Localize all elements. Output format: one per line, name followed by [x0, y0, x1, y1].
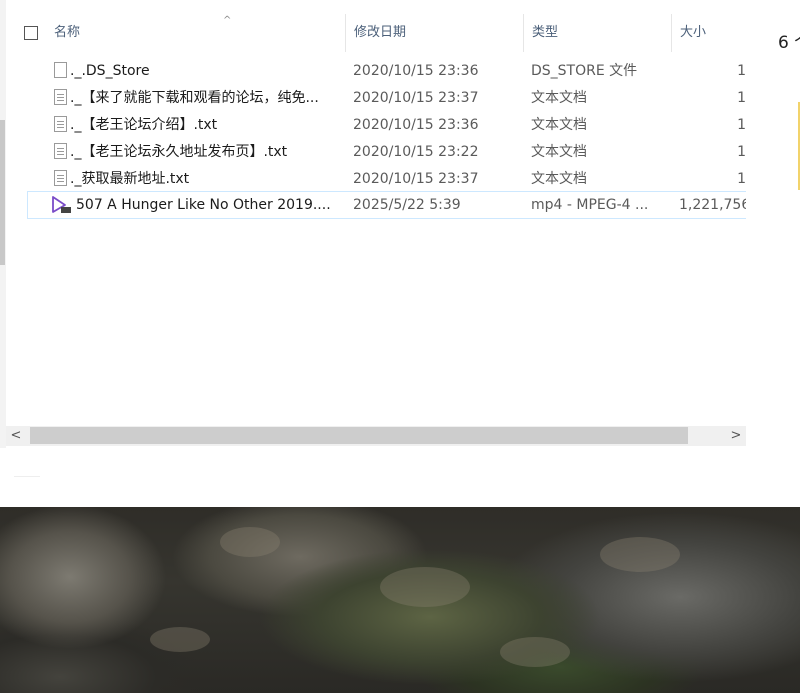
- desktop-background-image: [0, 507, 800, 693]
- file-name: ._【老王论坛介绍】.txt: [70, 117, 218, 133]
- file-size: 1: [737, 171, 746, 187]
- text-file-icon: [54, 89, 67, 105]
- file-size: 1: [737, 63, 746, 79]
- select-all-checkbox[interactable]: [24, 26, 38, 40]
- file-date: 2020/10/15 23:37: [353, 90, 479, 106]
- background-texture: [150, 627, 210, 652]
- file-row[interactable]: ._【来了就能下载和观看的论坛，纯免... 2020/10/15 23:37 文…: [6, 85, 746, 111]
- video-file-icon: [50, 195, 72, 215]
- column-header-date[interactable]: 修改日期: [346, 14, 524, 52]
- text-file-icon: [54, 143, 67, 159]
- file-row[interactable]: ._.DS_Store 2020/10/15 23:36 DS_STORE 文件…: [6, 58, 746, 84]
- file-row[interactable]: ._获取最新地址.txt 2020/10/15 23:37 文本文档 1: [6, 166, 746, 192]
- background-texture: [220, 527, 280, 557]
- sort-ascending-icon: ^: [223, 15, 232, 26]
- file-type: DS_STORE 文件: [531, 63, 638, 79]
- file-type: mp4 - MPEG-4 ...: [531, 197, 649, 213]
- background-texture: [380, 567, 470, 607]
- text-file-icon: [54, 170, 67, 186]
- file-type: 文本文档: [531, 90, 587, 106]
- file-size: 1: [737, 90, 746, 106]
- file-date: 2020/10/15 23:37: [353, 171, 479, 187]
- column-header-type-label: 类型: [532, 25, 559, 40]
- file-row[interactable]: ._【老王论坛介绍】.txt 2020/10/15 23:36 文本文档 1: [6, 112, 746, 138]
- horizontal-scrollbar[interactable]: < >: [6, 426, 746, 446]
- text-file-icon: [54, 116, 67, 132]
- file-date: 2020/10/15 23:22: [353, 144, 479, 160]
- column-header-size-label: 大小: [680, 25, 707, 40]
- file-row[interactable]: ._【老王论坛永久地址发布页】.txt 2020/10/15 23:22 文本文…: [6, 139, 746, 165]
- file-name: ._获取最新地址.txt: [70, 171, 190, 187]
- file-date: 2025/5/22 5:39: [353, 197, 461, 213]
- horizontal-scroll-thumb[interactable]: [30, 427, 688, 444]
- file-type: 文本文档: [531, 144, 587, 160]
- blank-file-icon: [54, 62, 67, 78]
- file-name: 507 A Hunger Like No Other 2019....: [76, 197, 331, 213]
- item-count-label: 6 个: [778, 33, 800, 53]
- background-texture: [500, 637, 570, 667]
- scroll-left-arrow-icon[interactable]: <: [6, 426, 26, 446]
- status-area: [0, 448, 746, 507]
- file-name: ._【老王论坛永久地址发布页】.txt: [70, 144, 288, 160]
- file-name: ._.DS_Store: [70, 63, 150, 79]
- column-header-date-label: 修改日期: [354, 25, 407, 40]
- divider: [14, 476, 40, 477]
- navigation-scroll-thumb[interactable]: [0, 120, 5, 265]
- file-size: 1: [737, 117, 746, 133]
- column-header-row: 名称 ^ 修改日期 类型 大小: [6, 14, 746, 52]
- background-texture: [600, 537, 680, 572]
- file-explorer-window: 名称 ^ 修改日期 类型 大小 ._.DS_Store 2020/10/15 2…: [0, 0, 749, 448]
- file-name: ._【来了就能下载和观看的论坛，纯免...: [70, 90, 319, 106]
- file-type: 文本文档: [531, 171, 587, 187]
- file-size: 1: [737, 144, 746, 160]
- file-size: 1,221,756: [679, 197, 749, 213]
- column-header-type[interactable]: 类型: [524, 14, 672, 52]
- file-row-selected[interactable]: 507 A Hunger Like No Other 2019.... 2025…: [27, 191, 749, 219]
- column-header-name-label: 名称: [54, 25, 81, 40]
- file-date: 2020/10/15 23:36: [353, 117, 479, 133]
- column-header-size[interactable]: 大小: [672, 14, 746, 52]
- column-header-name[interactable]: 名称 ^: [46, 14, 346, 52]
- details-pane: 6 个: [746, 0, 800, 507]
- file-date: 2020/10/15 23:36: [353, 63, 479, 79]
- file-type: 文本文档: [531, 117, 587, 133]
- scroll-right-arrow-icon[interactable]: >: [726, 426, 746, 446]
